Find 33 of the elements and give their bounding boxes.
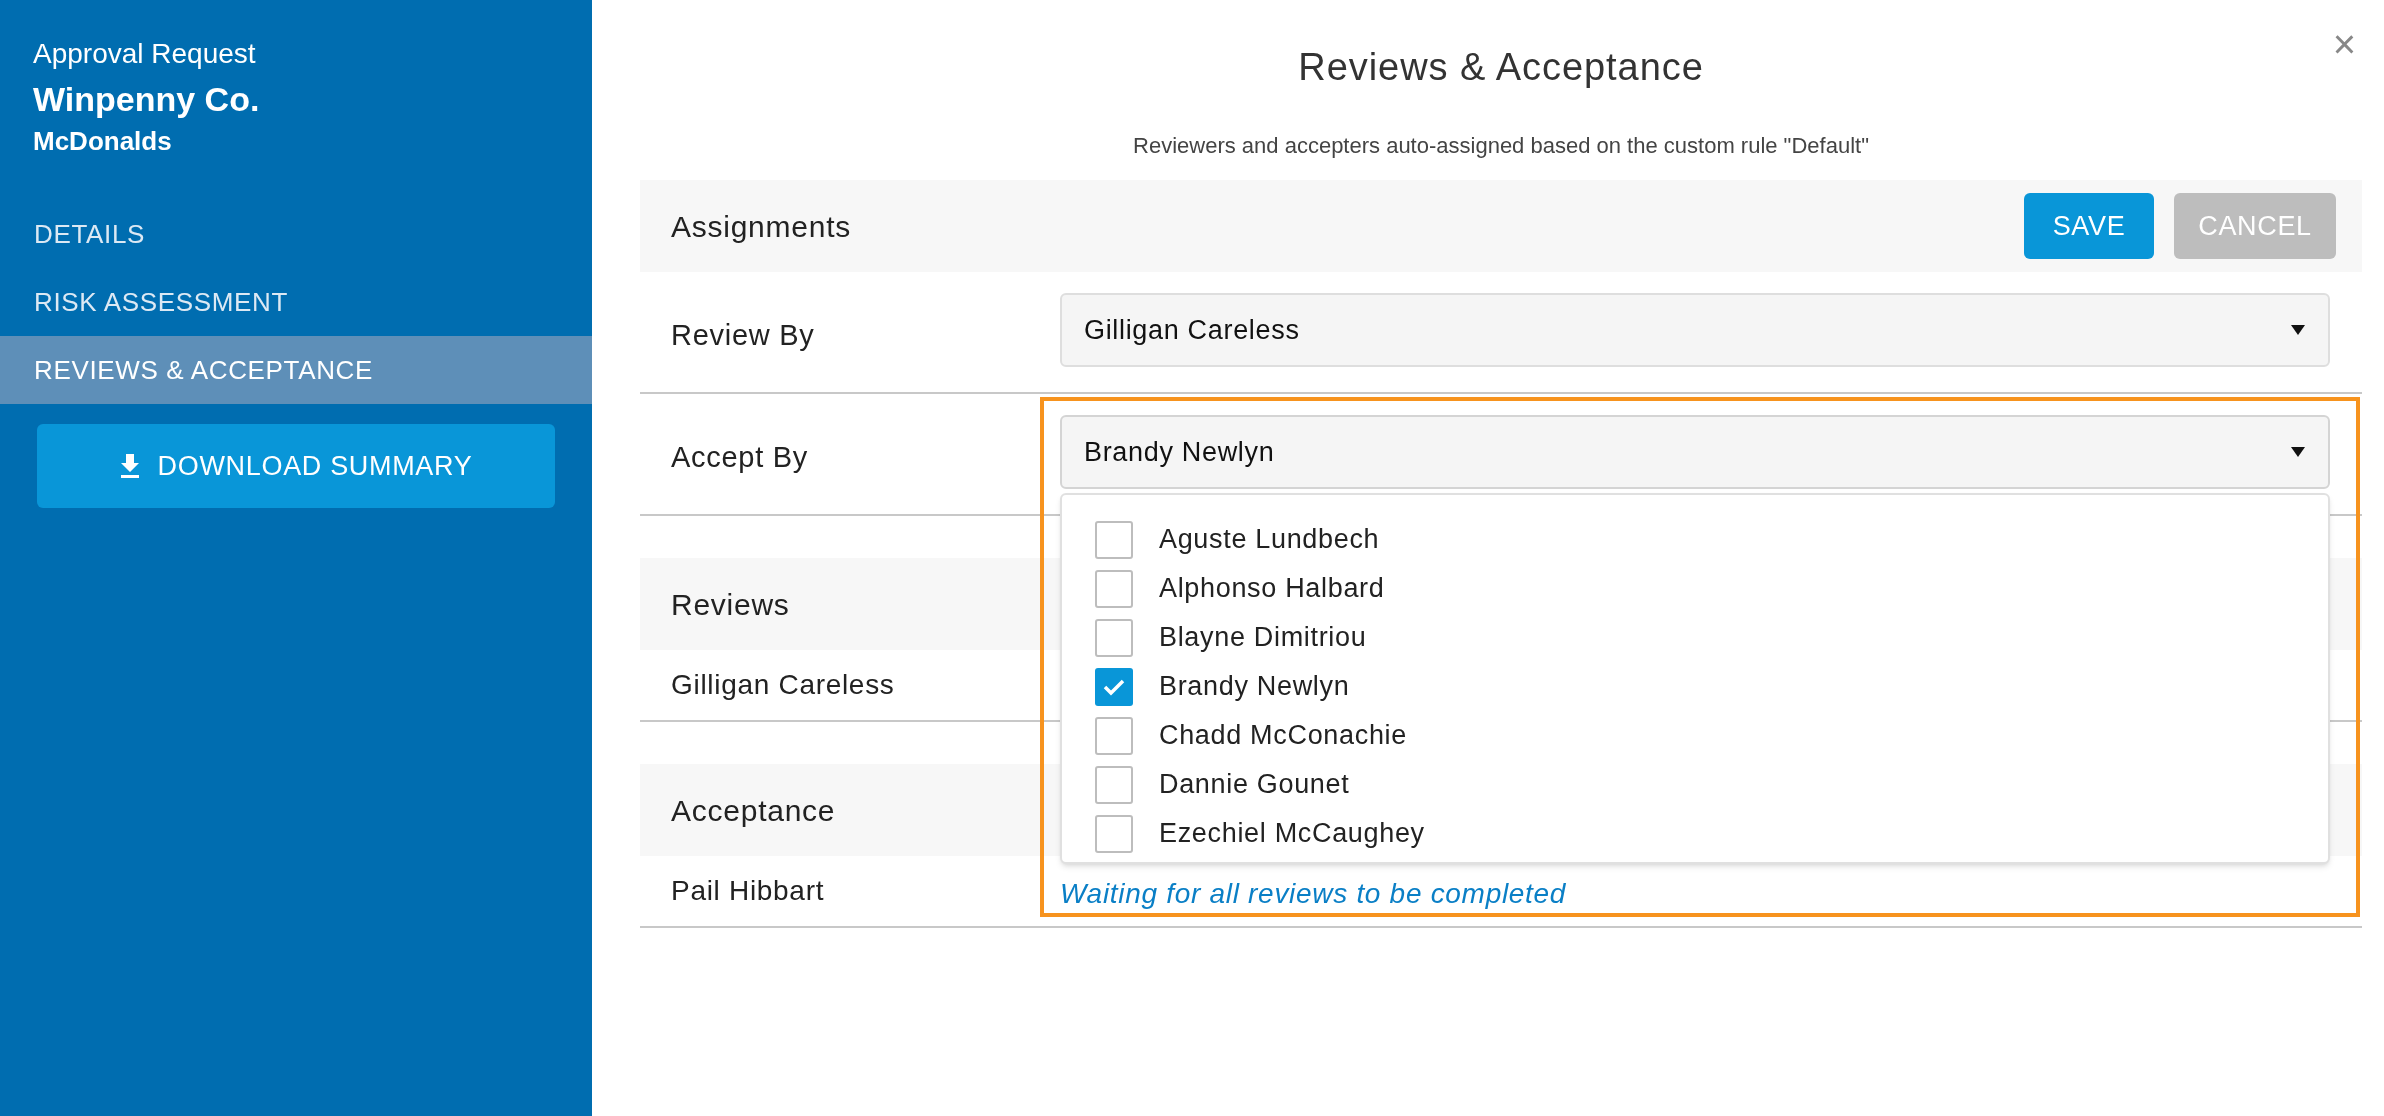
request-title: Winpenny Co. [32,79,261,120]
option-label[interactable]: Brandy Newlyn [1159,666,1350,707]
select-field[interactable]: Brandy Newlyn [1060,415,2330,489]
status-text: Waiting for all reviews to be completed [1060,877,1567,910]
caret-icon [2290,324,2306,336]
checkbox[interactable] [1095,520,1133,559]
dialog-title: Reviews & Acceptance [1298,45,1704,90]
field-label: Accept By [670,440,810,475]
request-subtitle: McDonalds [32,125,173,158]
checkbox[interactable] [1095,667,1133,706]
option-label[interactable]: Alphonso Halbard [1159,568,1385,609]
download-icon [119,454,140,478]
section-header: Assignments SAVE CANCEL [640,180,2362,272]
option-label[interactable]: Dannie Gounet [1159,764,1350,805]
assignment-note: Reviewers and accepters auto-assigned based on the custom rule "Default" [1133,132,1869,160]
select-field[interactable]: Gilligan Careless [1060,293,2330,367]
option-label[interactable]: Ezechiel McCaughey [1159,813,1425,854]
checkbox[interactable] [1095,716,1133,755]
option-label[interactable]: Aguste Lundbech [1159,519,1380,560]
checkbox[interactable] [1095,814,1133,853]
checkbox[interactable] [1095,569,1133,608]
checkbox[interactable] [1095,618,1133,657]
nav-item[interactable]: RISK ASSESSMENT [0,268,592,336]
eyebrow-text: Approval Request [32,37,257,71]
checkbox[interactable] [1095,765,1133,804]
caret-icon [2290,446,2306,458]
check-icon [1103,677,1125,696]
person-name: Gilligan Careless [670,668,896,702]
close-button[interactable]: × [2332,22,2356,66]
option-label[interactable]: Chadd McConachie [1159,715,1407,756]
person-name: Pail Hibbart [670,874,826,908]
nav-item[interactable]: DETAILS [0,200,592,268]
field-label: Review By [670,318,816,353]
